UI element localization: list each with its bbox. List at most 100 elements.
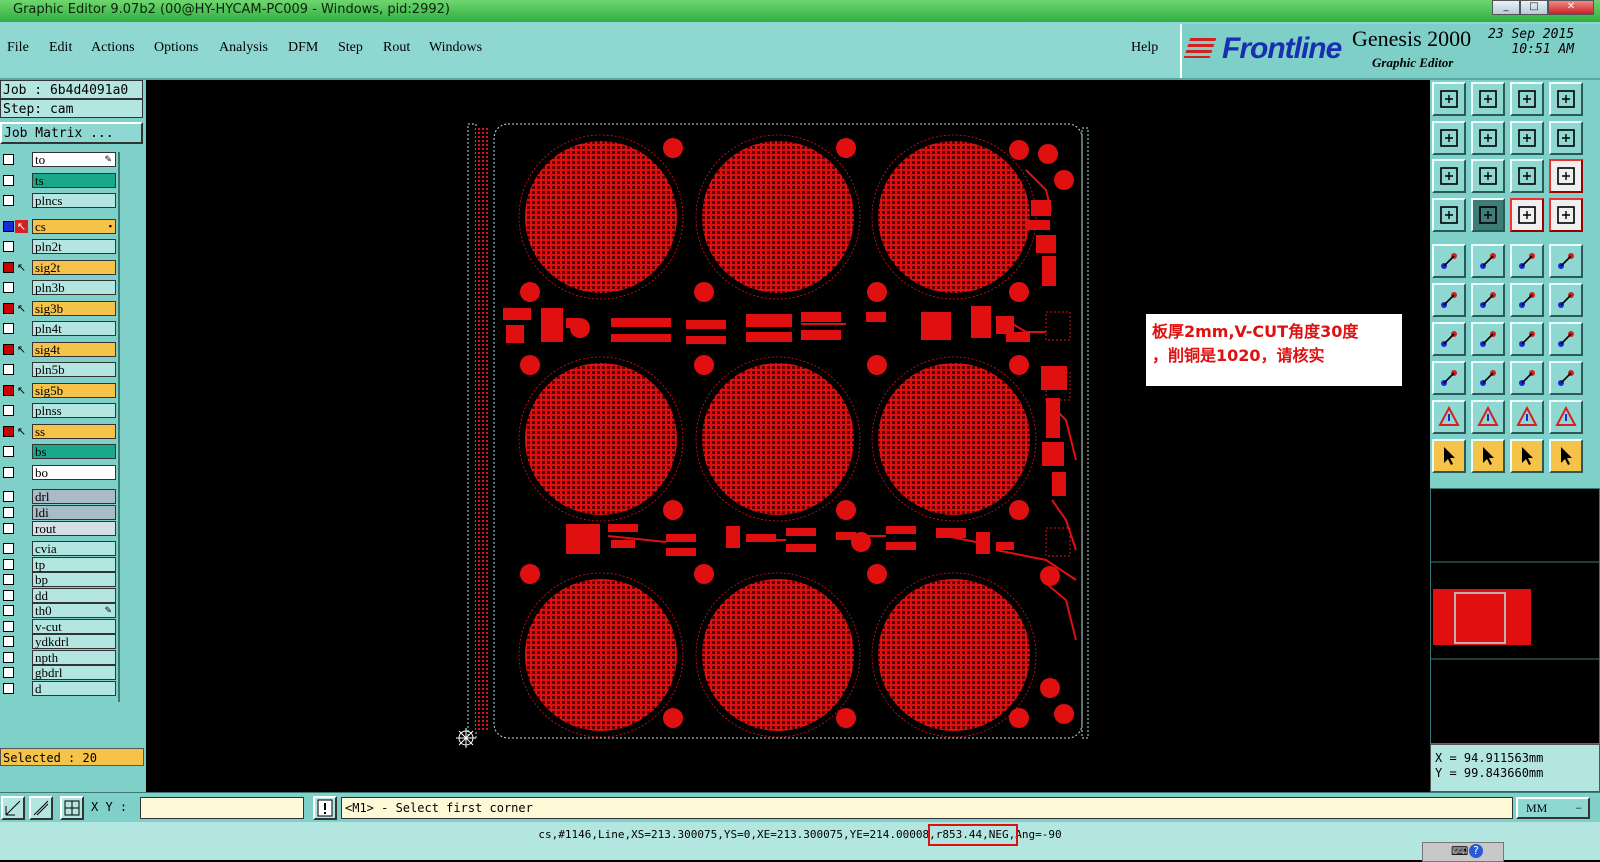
layer-row-sig5b[interactable]: ↖ sig5b	[0, 382, 116, 398]
menu-options[interactable]: Options	[154, 40, 198, 56]
layer-row-to[interactable]: to ✎	[0, 152, 116, 167]
layer-checkbox[interactable]	[3, 466, 14, 478]
affected-pointer-icon[interactable]: ↖	[15, 302, 28, 315]
layer-row-pln2t[interactable]: pln2t	[0, 239, 116, 254]
layer-row-pln3b[interactable]: pln3b	[0, 280, 116, 295]
layer-checkbox[interactable]	[3, 323, 14, 334]
graphic-canvas[interactable]: 板厚2mm,V-CUT角度30度 ，削铜是1020，请核实	[146, 80, 1430, 792]
center-icon[interactable]	[1471, 159, 1505, 193]
layer-name[interactable]: bp	[32, 572, 116, 587]
layer-name[interactable]: pln5b	[32, 362, 116, 377]
line-add-icon[interactable]	[1510, 283, 1544, 317]
unit-selector[interactable]: MM −	[1516, 797, 1590, 819]
menu-actions[interactable]: Actions	[91, 40, 135, 56]
layer-row-pln4t[interactable]: pln4t	[0, 321, 116, 336]
layer-checkbox[interactable]	[3, 405, 14, 416]
layer-row-drl[interactable]: drl	[0, 489, 116, 504]
minimize-button[interactable]: _	[1492, 0, 1520, 15]
layer-name[interactable]: drl	[32, 489, 116, 504]
box-add-icon[interactable]	[1432, 361, 1466, 395]
layer-row-rout[interactable]: rout	[0, 521, 116, 536]
triangle-icon[interactable]	[1432, 400, 1466, 434]
move-icon[interactable]	[1471, 244, 1505, 278]
query-icon[interactable]	[1549, 159, 1583, 193]
measure-icon[interactable]	[29, 796, 53, 820]
affected-pointer-icon[interactable]: ↖	[15, 425, 28, 438]
menu-edit[interactable]: Edit	[49, 40, 72, 56]
layer-row-plnss[interactable]: plnss	[0, 403, 116, 418]
layer-name[interactable]: bs	[32, 444, 116, 459]
pointer-alt-icon[interactable]	[1471, 439, 1505, 473]
layer-row-ydkdrl[interactable]: ydkdrl	[0, 634, 116, 649]
save-icon[interactable]	[1471, 82, 1505, 116]
camera-icon[interactable]	[1432, 244, 1466, 278]
layer-name[interactable]: ss	[32, 423, 116, 439]
layer-row-d[interactable]: d	[0, 680, 116, 696]
pointer-icon[interactable]	[1432, 439, 1466, 473]
settings-icon[interactable]	[1432, 197, 1466, 232]
layer-row-sig3b[interactable]: ↖ sig3b	[0, 300, 116, 316]
affected-pointer-icon[interactable]: ↖	[15, 219, 28, 233]
layer-name[interactable]: pln4t	[32, 321, 116, 336]
warning-icon[interactable]	[313, 796, 337, 820]
layer-name[interactable]: plnss	[32, 403, 116, 418]
layer-checkbox[interactable]	[3, 425, 14, 437]
layer-row-gbdrl[interactable]: gbdrl	[0, 665, 116, 680]
layer-name[interactable]: npth	[32, 649, 116, 665]
layer-checkbox[interactable]	[3, 174, 14, 186]
layer-name[interactable]: v-cut	[32, 618, 116, 634]
layer-name[interactable]: tp	[32, 556, 116, 572]
delete-icon[interactable]	[1471, 283, 1505, 317]
layer-checkbox[interactable]	[3, 261, 14, 273]
layer-checkbox[interactable]	[3, 491, 14, 502]
grid-view-icon[interactable]	[1471, 197, 1505, 232]
close-button[interactable]: ✕	[1548, 0, 1594, 15]
layer-checkbox[interactable]	[3, 282, 14, 293]
layer-off-icon[interactable]	[1549, 197, 1583, 232]
slash-icon[interactable]	[1471, 322, 1505, 356]
menu-dfm[interactable]: DFM	[288, 40, 318, 56]
layer-name[interactable]: sig5b	[32, 382, 116, 398]
layer-row-plncs[interactable]: plncs	[0, 193, 116, 208]
layer-row-pln5b[interactable]: pln5b	[0, 362, 116, 377]
layer-on-icon[interactable]	[1510, 197, 1544, 232]
layer-checkbox[interactable]	[3, 154, 14, 165]
layer-checkbox[interactable]	[3, 605, 14, 616]
affected-pointer-icon[interactable]: ↖	[15, 384, 28, 397]
layer-name[interactable]: rout	[32, 521, 116, 536]
layer-checkbox[interactable]	[3, 195, 14, 206]
layer-checkbox[interactable]	[3, 574, 14, 585]
layer-name[interactable]: pln2t	[32, 239, 116, 254]
arc-icon[interactable]	[1510, 322, 1544, 356]
zoom-forward-icon[interactable]	[1471, 120, 1505, 155]
layer-checkbox[interactable]	[3, 667, 14, 678]
pan-icon[interactable]	[1510, 120, 1544, 155]
layer-row-bo[interactable]: bo	[0, 464, 116, 480]
triangle-blue-icon[interactable]	[1549, 400, 1583, 434]
menu-help[interactable]: Help	[1131, 40, 1158, 56]
open-icon[interactable]	[1432, 82, 1466, 116]
layer-name[interactable]: d	[32, 680, 116, 696]
job-matrix-button[interactable]: Job Matrix ...	[0, 122, 143, 144]
help-icon[interactable]: ?	[1469, 844, 1483, 858]
layer-name[interactable]: sig4t	[32, 341, 116, 357]
menu-step[interactable]: Step	[338, 40, 363, 56]
split-icon[interactable]	[1510, 361, 1544, 395]
draw-icon[interactable]	[1432, 322, 1466, 356]
snap-icon[interactable]	[1, 796, 25, 820]
fit-icon[interactable]	[1432, 159, 1466, 193]
keyboard-icon[interactable]: ⌨	[1451, 844, 1468, 858]
layer-checkbox[interactable]	[3, 384, 14, 396]
layer-checkbox[interactable]	[3, 446, 14, 457]
layer-name[interactable]: dd	[32, 587, 116, 603]
layer-row-cvia[interactable]: cvia	[0, 541, 116, 556]
layer-row-bp[interactable]: bp	[0, 572, 116, 587]
layer-checkbox[interactable]	[3, 507, 14, 518]
redraw-icon[interactable]	[1549, 120, 1583, 155]
layer-checkbox[interactable]	[3, 302, 14, 314]
layer-name[interactable]: sig2t	[32, 259, 116, 275]
layer-row-sig2t[interactable]: ↖ sig2t	[0, 259, 116, 275]
layer-row-cs[interactable]: ↖ cs ▪	[0, 218, 116, 234]
layer-checkbox[interactable]	[3, 343, 14, 355]
layer-name[interactable]: cs ▪	[32, 218, 116, 234]
